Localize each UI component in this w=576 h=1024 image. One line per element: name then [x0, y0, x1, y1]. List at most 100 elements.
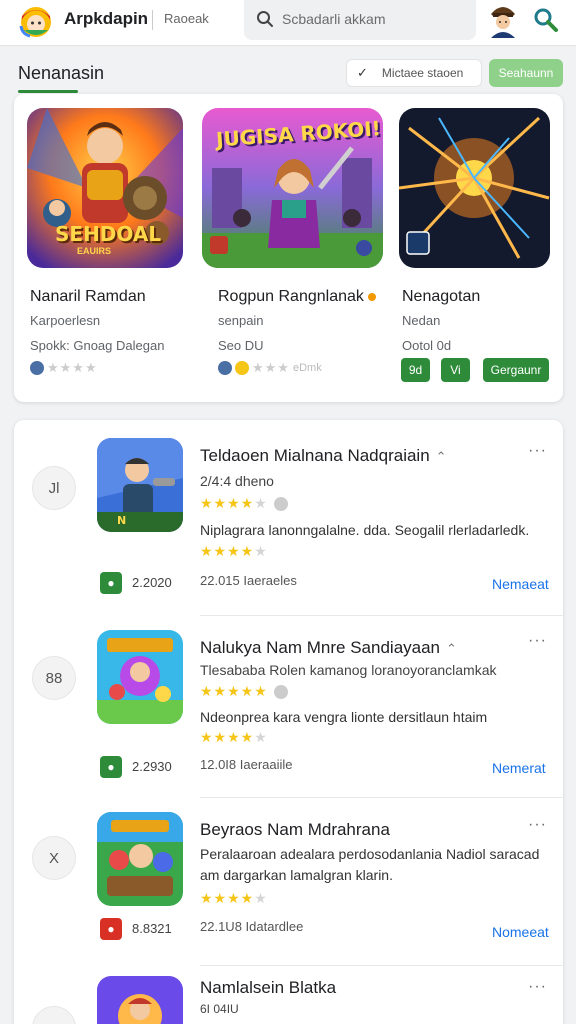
game-thumbnail[interactable]: SEHDOAL EAUIRS: [27, 108, 183, 268]
star-icons: ★: [254, 729, 268, 745]
rating: ★★★ eDmk: [218, 360, 322, 376]
download-count: 22.015 Iaeraeles: [200, 573, 297, 588]
app-size: 2.2930: [132, 759, 172, 774]
like-icon: [273, 685, 288, 700]
svg-text:N: N: [117, 514, 126, 527]
search-placeholder: Scbadarli akkam: [282, 11, 386, 27]
verified-dot-icon: [367, 292, 376, 301]
row-action-button[interactable]: 88: [32, 656, 76, 700]
star-icons: ★★★★: [200, 543, 255, 559]
app-name-text: Rogpun Rangnlanak: [218, 288, 364, 305]
star-icons: ★★★: [252, 360, 290, 375]
list-item[interactable]: Namlalsein Blatka ··· 6I 04IU ★★★★★: [14, 966, 563, 1024]
game-thumbnail[interactable]: JUGISA ROKOI!: [202, 108, 383, 268]
star-icons: ★★★★★: [200, 683, 268, 699]
app-list-card: Jl N Teldaoen Mialnana Nadqraiain ⌃ ··· 2…: [14, 420, 563, 1024]
list-item[interactable]: Jl N Teldaoen Mialnana Nadqraiain ⌃ ··· 2…: [14, 420, 563, 616]
primary-action-button[interactable]: Seahaunn: [489, 59, 563, 87]
rating-text: eDmk: [292, 362, 322, 374]
app-icon[interactable]: [97, 976, 183, 1024]
app-name[interactable]: Nanaril Ramdan: [30, 288, 146, 306]
app-name[interactable]: Beyraos Nam Mdrahrana: [200, 820, 390, 840]
app-description: Ndeonprea kara vengra lionte dersitlaun …: [200, 709, 488, 725]
star-icons: ★★★★: [47, 360, 98, 375]
avatar[interactable]: [488, 2, 518, 38]
filter-chip[interactable]: ✓ Mictaee staoen: [346, 59, 482, 87]
app-developer: Spokk: Gnoag Dalegan: [30, 338, 165, 353]
action-button[interactable]: Vi: [441, 358, 470, 382]
game-thumbnail[interactable]: [399, 108, 550, 268]
app-developer: Ootol 0d: [402, 338, 452, 353]
app-badge-icon: ●: [100, 572, 122, 594]
app-name-text: Teldaoen Mialnana Nadqraiain: [200, 446, 430, 465]
star-icons: ★★★★: [200, 495, 255, 511]
more-options-icon[interactable]: ···: [528, 978, 547, 996]
explosion-art-icon: [399, 108, 550, 268]
rating-stars: ★★★★★: [200, 543, 268, 560]
app-meta: 2/4:4 dheno: [200, 473, 274, 489]
rating-stars: ★★★★★: [200, 495, 288, 512]
star-icons: ★★★★: [200, 890, 255, 906]
featured-item[interactable]: SEHDOAL EAUIRS Nanaril Ramdan Karpoerles…: [14, 94, 194, 394]
rating-badge-icon: [30, 361, 44, 375]
game-icon: N: [97, 438, 183, 532]
game-art-title: SEHDOAL: [55, 222, 162, 246]
search-input[interactable]: Scbadarli akkam: [244, 0, 476, 40]
app-size: 8.8321: [132, 921, 172, 936]
featured-item[interactable]: Nenagotan Nedan Ootol 0d 9d Vi Gergaunr: [386, 94, 563, 394]
action-button[interactable]: 9d: [401, 358, 430, 382]
app-developer: Seo DU: [218, 338, 264, 353]
like-icon: [273, 497, 288, 512]
chevron-icon: ⌃: [446, 641, 457, 656]
app-name[interactable]: Teldaoen Mialnana Nadqraiain ⌃: [200, 446, 447, 466]
app-icon[interactable]: N: [97, 438, 183, 532]
app-logo-icon[interactable]: [18, 2, 54, 38]
download-count: 22.1U8 Idatardlee: [200, 919, 304, 934]
top-bar: Arpkdapin Raoeak Scbadarli akkam: [0, 0, 576, 46]
app-name: Arpkdapin: [64, 9, 149, 28]
app-name[interactable]: Nenagotan: [402, 288, 480, 306]
install-button[interactable]: Nemerat: [492, 760, 546, 776]
more-options-icon[interactable]: ···: [528, 632, 547, 650]
game-icon: [97, 976, 183, 1024]
app-name[interactable]: Namlalsein Blatka: [200, 978, 336, 998]
app-meta: 6I 04IU: [200, 1002, 239, 1016]
search-icon: [257, 11, 273, 27]
game-icon: [97, 812, 183, 906]
check-icon: ✓: [357, 65, 368, 80]
app-name[interactable]: Rogpun Rangnlanak: [218, 288, 376, 306]
app-description: Peralaaroan adealara perdosodanlania Nad…: [200, 846, 540, 883]
row-action-button[interactable]: Jl: [32, 466, 76, 510]
download-count: 12.0I8 Iaeraaiile: [200, 757, 293, 772]
app-size: 2.2020: [132, 575, 172, 590]
more-options-icon[interactable]: ···: [528, 816, 547, 834]
rating-stars: ★★★★★: [200, 729, 268, 746]
star-icons: ★: [254, 495, 268, 511]
game-icon: [97, 630, 183, 724]
filter-label: Mictaee staoen: [381, 66, 464, 80]
list-item[interactable]: X Beyraos Nam Mdrahrana ··· Peralaaroan …: [14, 798, 563, 966]
rating-stars: ★★★★★: [200, 683, 288, 700]
more-options-icon[interactable]: ···: [528, 442, 547, 460]
install-button[interactable]: Nomeeat: [492, 924, 549, 940]
app-icon[interactable]: [97, 630, 183, 724]
app-badge-icon: ●: [100, 918, 122, 940]
row-action-button[interactable]: [32, 1006, 76, 1024]
action-button[interactable]: Gergaunr: [483, 358, 549, 382]
app-category: Nedan: [402, 313, 441, 328]
app-icon[interactable]: [97, 812, 183, 906]
coin-icon: [235, 361, 249, 375]
rating-badge-icon: [218, 361, 232, 375]
app-description: Niplagrara lanonngalalne. dda. Seogalil …: [200, 522, 530, 538]
featured-card: SEHDOAL EAUIRS Nanaril Ramdan Karpoerles…: [14, 94, 563, 402]
star-icons: ★: [254, 890, 268, 906]
featured-item[interactable]: JUGISA ROKOI! Rogpun Rangnlanak senpain …: [188, 94, 383, 394]
row-action-button[interactable]: X: [32, 836, 76, 880]
search-button-icon[interactable]: [532, 6, 560, 34]
app-name[interactable]: Nalukya Nam Mnre Sandiayaan ⌃: [200, 638, 457, 658]
game-art-subtitle: EAUIRS: [77, 246, 112, 256]
star-icons: ★: [254, 543, 268, 559]
app-meta: Tlesababa Rolen kamanog loranoyoranclamk…: [200, 662, 497, 678]
install-button[interactable]: Nemaeat: [492, 576, 549, 592]
list-item[interactable]: 88 Nalukya Nam Mnre Sandiayaan ⌃ ··· Tles…: [14, 616, 563, 798]
